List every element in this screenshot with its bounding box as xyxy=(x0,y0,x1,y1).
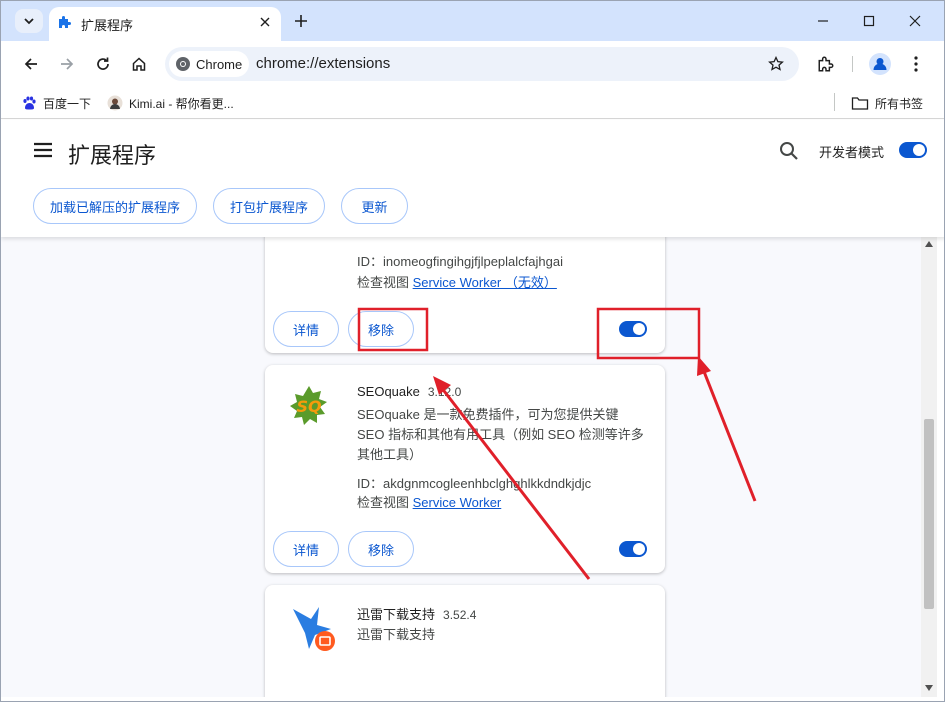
chip-label: Chrome xyxy=(196,56,243,72)
close-icon xyxy=(260,17,270,27)
scroll-up-arrow[interactable] xyxy=(921,237,937,251)
extension-name: 迅雷下载支持 3.52.4 xyxy=(357,607,477,622)
extension-name: SEOquake 3.12.0 xyxy=(357,384,462,399)
tab-extensions[interactable]: 扩展程序 xyxy=(49,7,281,41)
browser-window: 扩展程序 Chrome chrome://extensions 百度一下 Kim… xyxy=(0,0,945,702)
bookmark-star-button[interactable] xyxy=(765,53,787,75)
more-vert-icon xyxy=(914,56,918,72)
extensions-button[interactable] xyxy=(811,49,841,79)
tab-close-button[interactable] xyxy=(255,12,275,32)
back-button[interactable] xyxy=(16,49,46,79)
search-icon[interactable] xyxy=(777,139,801,163)
site-info-chip[interactable]: Chrome xyxy=(169,51,249,77)
plus-icon xyxy=(295,15,307,27)
omnibox[interactable]: Chrome chrome://extensions xyxy=(165,47,799,81)
extension-description: 迅雷下载支持 xyxy=(357,627,436,642)
extension-card: ID：inomeogfingihgjfjlpeplalcfajhgai 检查视图… xyxy=(265,237,665,353)
home-icon xyxy=(132,57,146,71)
extension-description: SEOquake 是一款免费插件，可为您提供关键 SEO 指标和其他有用工具（例… xyxy=(357,407,644,462)
minimize-button[interactable] xyxy=(800,1,846,41)
maximize-icon xyxy=(863,15,875,27)
folder-icon xyxy=(851,97,869,110)
chrome-icon xyxy=(176,57,190,71)
puzzle-icon xyxy=(59,16,71,28)
reload-icon xyxy=(97,57,109,70)
reload-button[interactable] xyxy=(88,49,118,79)
seoquake-logo-icon: SQ xyxy=(290,386,327,425)
pack-extension-button[interactable]: 打包扩展程序 xyxy=(213,188,325,224)
puzzle-icon xyxy=(818,56,834,72)
load-unpacked-button[interactable]: 加载已解压的扩展程序 xyxy=(33,188,197,224)
tab-title: 扩展程序 xyxy=(81,18,134,33)
bookmark-kimi[interactable]: Kimi.ai - 帮你看更... xyxy=(107,93,234,113)
chevron-down-icon xyxy=(24,18,34,25)
developer-mode-toggle[interactable] xyxy=(899,142,927,158)
bookmark-divider xyxy=(834,93,835,111)
toolbar: Chrome chrome://extensions xyxy=(1,41,944,87)
extension-version: 3.52.4 xyxy=(443,608,477,622)
bookmark-baidu[interactable]: 百度一下 xyxy=(21,93,91,113)
scroll-down-arrow[interactable] xyxy=(921,681,937,695)
extension-enable-toggle[interactable] xyxy=(619,321,647,337)
minimize-icon xyxy=(818,20,828,22)
close-icon xyxy=(909,15,921,27)
extension-id: ID：akdgnmcogleenhbclghghlkkdndkjdjc xyxy=(357,476,592,491)
arrow-right-icon xyxy=(61,58,74,70)
forward-button[interactable] xyxy=(52,49,82,79)
inspect-views: 检查视图 Service Worker xyxy=(357,495,502,510)
profile-button[interactable] xyxy=(865,49,895,79)
extension-card: SQ SEOquake 3.12.0 SEOquake 是一款免费插件，可为您提供… xyxy=(265,365,665,573)
service-worker-link[interactable]: Service Worker xyxy=(413,495,502,510)
new-tab-button[interactable] xyxy=(290,10,312,32)
update-button[interactable]: 更新 xyxy=(341,188,408,224)
thunder-logo-icon xyxy=(293,607,335,651)
triangle-down-icon xyxy=(925,685,933,691)
url-text[interactable]: chrome://extensions xyxy=(256,55,390,72)
kimi-avatar-icon xyxy=(107,95,123,111)
extension-version: 3.12.0 xyxy=(427,385,462,399)
scrollbar-thumb[interactable] xyxy=(924,419,934,609)
close-window-button[interactable] xyxy=(892,1,938,41)
details-button[interactable]: 详情 xyxy=(273,531,339,567)
bookmarks-bar: 百度一下 Kimi.ai - 帮你看更... 所有书签 xyxy=(1,87,944,119)
inspect-views: 检查视图 Service Worker （无效） xyxy=(357,275,557,290)
toolbar-divider xyxy=(852,56,853,72)
maximize-button[interactable] xyxy=(846,1,892,41)
details-button[interactable]: 详情 xyxy=(273,311,339,347)
star-icon xyxy=(768,56,784,71)
hamburger-menu-icon[interactable] xyxy=(31,140,55,160)
tab-strip: 扩展程序 xyxy=(1,1,944,41)
tab-search-dropdown[interactable] xyxy=(15,9,43,33)
extension-id: ID：inomeogfingihgjfjlpeplalcfajhgai xyxy=(357,254,563,269)
svg-text:SQ: SQ xyxy=(296,397,322,416)
home-button[interactable] xyxy=(124,49,154,79)
bookmark-label: Kimi.ai - 帮你看更... xyxy=(129,96,234,111)
developer-mode-label: 开发者模式 xyxy=(819,145,885,160)
page-scrollbar[interactable] xyxy=(921,237,937,697)
avatar-icon xyxy=(869,53,891,75)
service-worker-link[interactable]: Service Worker （无效） xyxy=(413,275,557,290)
remove-button[interactable]: 移除 xyxy=(348,311,414,347)
baidu-paw-icon xyxy=(23,96,36,110)
extensions-header: 扩展程序 开发者模式 加载已解压的扩展程序 打包扩展程序 更新 xyxy=(1,120,944,237)
page-title: 扩展程序 xyxy=(68,143,157,168)
menu-button[interactable] xyxy=(901,49,931,79)
all-bookmarks-label: 所有书签 xyxy=(875,96,924,111)
extension-enable-toggle[interactable] xyxy=(619,541,647,557)
extension-card: 迅雷下载支持 3.52.4 迅雷下载支持 xyxy=(265,585,665,697)
triangle-up-icon xyxy=(925,241,933,247)
extensions-list: ID：inomeogfingihgjfjlpeplalcfajhgai 检查视图… xyxy=(1,237,921,697)
arrow-left-icon xyxy=(24,58,37,70)
remove-button[interactable]: 移除 xyxy=(348,531,414,567)
all-bookmarks-button[interactable]: 所有书签 xyxy=(851,93,923,113)
bookmark-label: 百度一下 xyxy=(43,96,92,111)
